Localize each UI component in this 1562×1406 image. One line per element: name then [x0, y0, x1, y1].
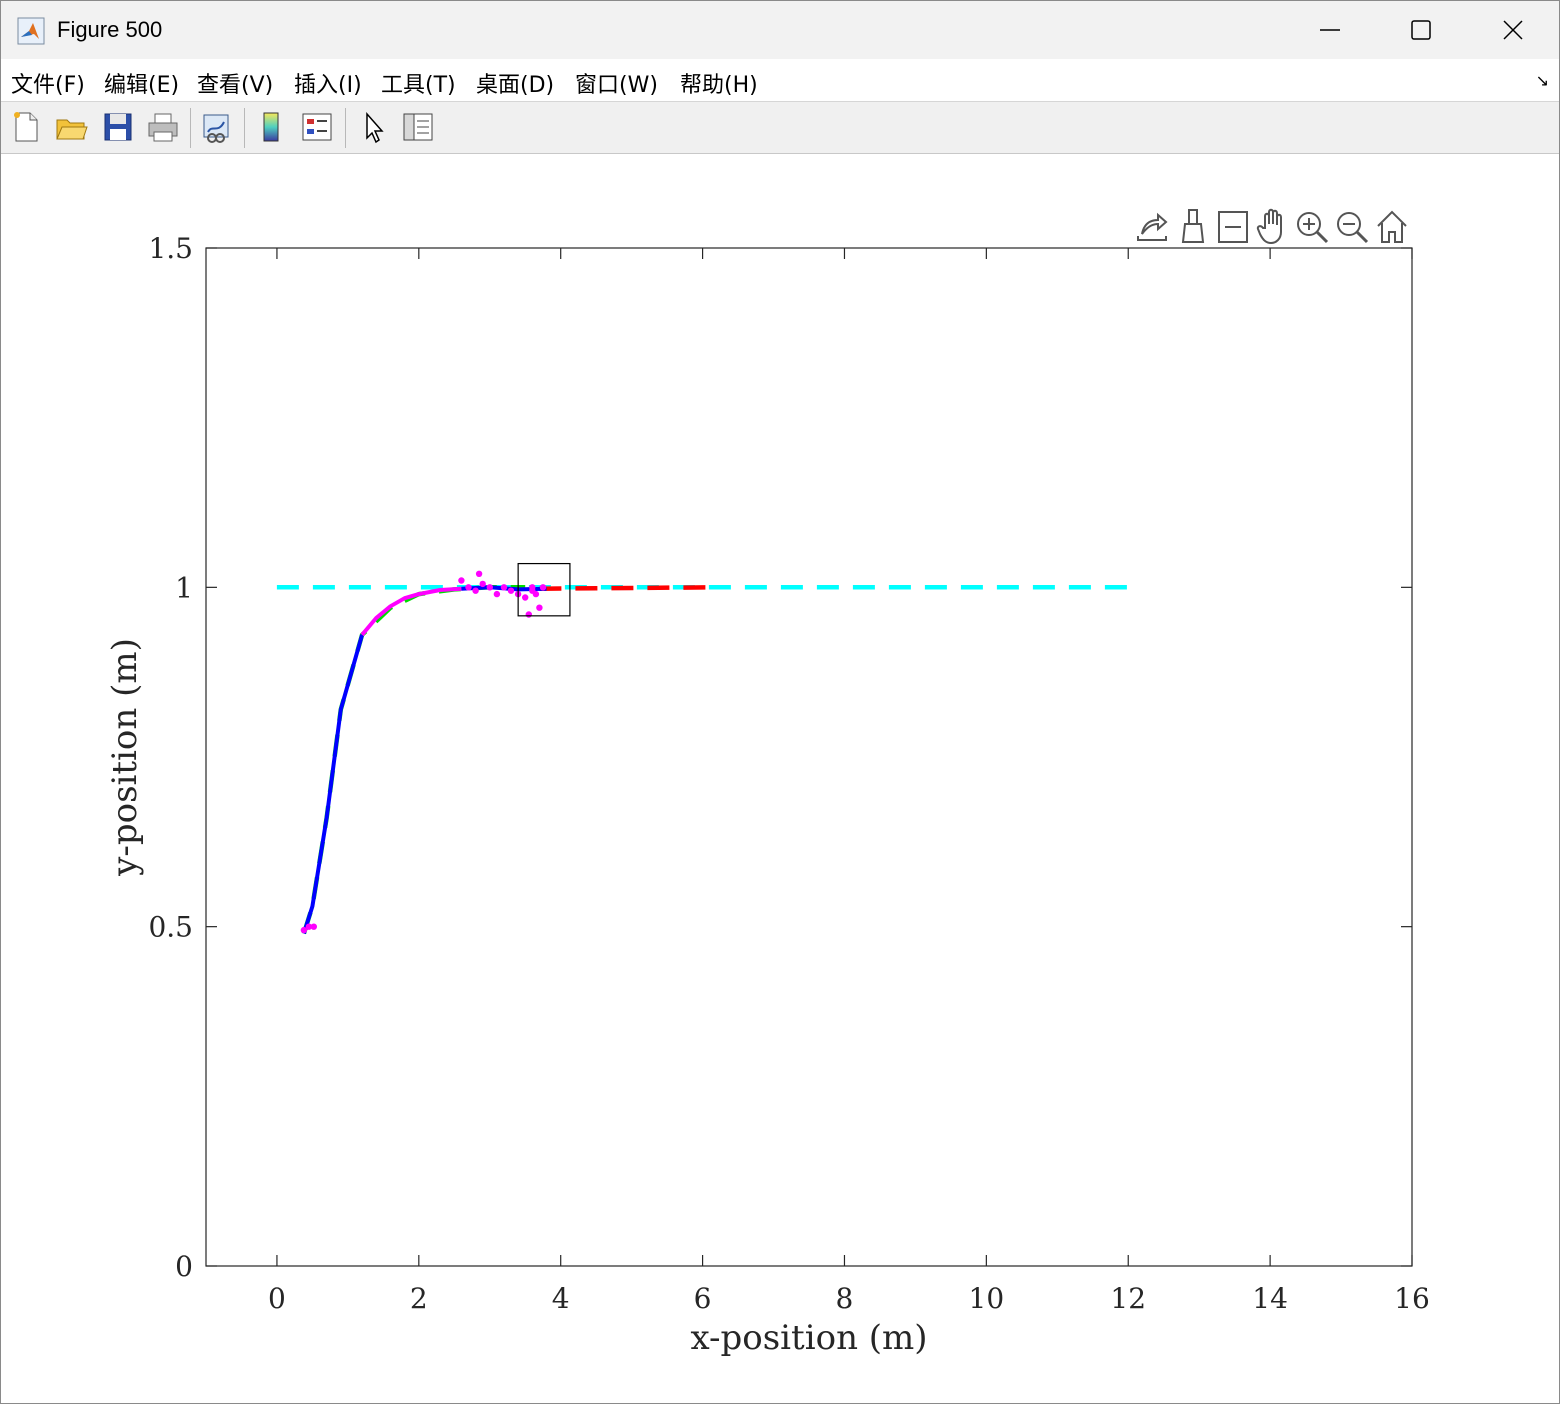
- menu-edit[interactable]: 编辑(E): [104, 67, 179, 99]
- edit-plot-icon[interactable]: [357, 110, 391, 144]
- link-plot-icon[interactable]: [200, 110, 234, 144]
- menu-file[interactable]: 文件(F): [11, 67, 85, 99]
- figure-toolbar: [1, 102, 1559, 154]
- close-icon: [1503, 20, 1523, 40]
- toolbar-separator: [345, 108, 346, 148]
- save-icon[interactable]: [101, 110, 135, 144]
- menu-tools[interactable]: 工具(T): [381, 67, 456, 99]
- brush-icon[interactable]: [1175, 206, 1211, 246]
- figure-canvas: [1, 154, 1559, 1403]
- new-figure-icon[interactable]: [9, 110, 43, 144]
- close-button[interactable]: [1467, 1, 1559, 59]
- matlab-logo-icon: [17, 17, 45, 45]
- insert-colorbar-icon[interactable]: [254, 110, 288, 144]
- toolbar-separator: [244, 108, 245, 148]
- menu-window[interactable]: 窗口(W): [575, 67, 658, 99]
- menu-bar: 文件(F) 编辑(E) 查看(V) 插入(I) 工具(T) 桌面(D) 窗口(W…: [1, 59, 1559, 102]
- maximize-icon: [1411, 20, 1431, 40]
- minimize-icon: [1320, 29, 1340, 31]
- open-file-icon[interactable]: [54, 110, 88, 144]
- print-icon[interactable]: [146, 110, 180, 144]
- title-bar: Figure 500: [1, 1, 1559, 59]
- zoom-out-icon[interactable]: [1334, 206, 1370, 246]
- dock-arrow-icon[interactable]: ↘: [1536, 71, 1549, 90]
- menu-help[interactable]: 帮助(H): [680, 67, 758, 99]
- maximize-button[interactable]: [1375, 1, 1467, 59]
- export-icon[interactable]: [1134, 206, 1170, 246]
- toolbar-separator: [190, 108, 191, 148]
- minimize-button[interactable]: [1284, 1, 1376, 59]
- menu-desktop[interactable]: 桌面(D): [476, 67, 554, 99]
- menu-view[interactable]: 查看(V): [197, 67, 273, 99]
- home-icon[interactable]: [1374, 206, 1410, 246]
- property-inspector-icon[interactable]: [401, 110, 435, 144]
- window-title: Figure 500: [57, 17, 163, 42]
- pan-hand-icon[interactable]: [1255, 206, 1291, 246]
- menu-insert[interactable]: 插入(I): [294, 67, 362, 99]
- figure-window: Figure 500 文件(F) 编辑(E) 查看(V) 插入(I) 工具(T)…: [0, 0, 1560, 1404]
- zoom-in-icon[interactable]: [1294, 206, 1330, 246]
- data-tips-icon[interactable]: [1215, 206, 1251, 246]
- insert-legend-icon[interactable]: [300, 110, 334, 144]
